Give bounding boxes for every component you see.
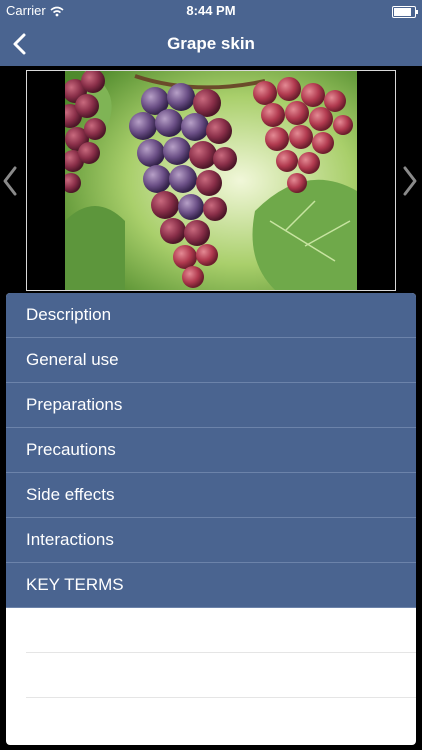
battery-icon: [392, 6, 418, 18]
topics-list: Description General use Preparations Pre…: [6, 293, 416, 745]
status-bar: Carrier 8:44 PM: [0, 0, 422, 22]
chevron-right-icon: [403, 166, 417, 196]
menu-item-precautions[interactable]: Precautions: [6, 428, 416, 473]
menu-item-general-use[interactable]: General use: [6, 338, 416, 383]
photo-gallery[interactable]: [26, 70, 396, 291]
previous-image-button[interactable]: [2, 165, 18, 197]
page-title: Grape skin: [167, 34, 255, 53]
empty-row: [26, 698, 416, 742]
navigation-bar: Grape skin: [0, 22, 422, 66]
menu-item-label: KEY TERMS: [26, 575, 124, 594]
empty-row: [26, 653, 416, 698]
menu-item-label: Description: [26, 305, 112, 324]
menu-item-preparations[interactable]: Preparations: [6, 383, 416, 428]
menu-item-key-terms[interactable]: KEY TERMS: [6, 563, 416, 608]
empty-row: [26, 608, 416, 653]
menu-item-label: Preparations: [26, 395, 123, 414]
grape-cluster-photo: [65, 71, 357, 290]
menu-item-label: Interactions: [26, 530, 114, 549]
menu-item-label: Side effects: [26, 485, 115, 504]
menu-item-label: Precautions: [26, 440, 116, 459]
menu-item-interactions[interactable]: Interactions: [6, 518, 416, 563]
next-image-button[interactable]: [402, 165, 418, 197]
chevron-left-icon: [3, 166, 17, 196]
menu-item-description[interactable]: Description: [6, 293, 416, 338]
status-time: 8:44 PM: [186, 3, 236, 18]
menu-item-label: General use: [26, 350, 119, 369]
menu-item-side-effects[interactable]: Side effects: [6, 473, 416, 518]
